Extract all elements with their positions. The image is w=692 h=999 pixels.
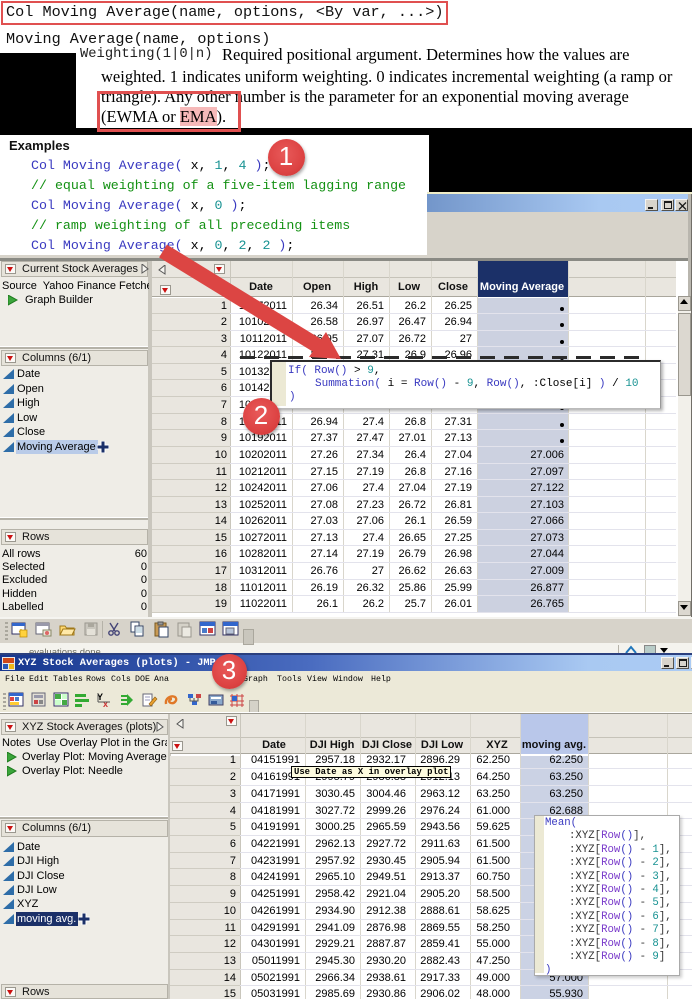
svg-text:x: x (103, 699, 108, 709)
